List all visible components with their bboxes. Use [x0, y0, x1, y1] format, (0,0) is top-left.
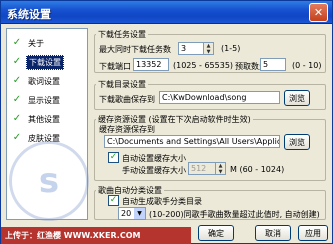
- check-icon: ✓: [12, 37, 22, 48]
- catalog-count-desc: (10-200)同歌手歌曲数量超过此值时, 自动创建): [149, 210, 320, 219]
- sidebar-item-label: 下载设置: [26, 54, 64, 70]
- download-task-title: 下载任务设置: [96, 29, 148, 40]
- sidebar-item-about[interactable]: ✓ 关于: [10, 34, 86, 52]
- max-tasks-input[interactable]: 3: [178, 42, 204, 55]
- check-icon: ✓: [12, 75, 22, 86]
- sidebar-item-lyrics[interactable]: ✓ 歌词设置: [10, 72, 86, 90]
- chevron-down-icon[interactable]: ▼: [134, 208, 145, 219]
- max-tasks-label: 最大同时下载任务数: [99, 45, 171, 54]
- sidebar-item-display[interactable]: ✓ 显示设置: [10, 91, 86, 109]
- port-range: (1025 - 65535): [173, 61, 234, 70]
- auto-catalog-label: 自动生成歌手分类目录: [122, 197, 202, 206]
- checkmark-icon: ✓: [109, 195, 118, 205]
- spin-down-icon[interactable]: ▼: [204, 49, 213, 55]
- spin-down-icon[interactable]: ▼: [216, 169, 225, 175]
- sidebar-item-other[interactable]: ✓ 其他设置: [10, 110, 86, 128]
- close-icon: ✕: [313, 6, 324, 19]
- check-icon: ✓: [12, 132, 22, 143]
- manual-cache-range: M (60 - 1024): [230, 165, 285, 174]
- download-browse-button[interactable]: 浏览: [284, 90, 310, 106]
- sidebar-item-label: 歌词设置: [28, 76, 60, 86]
- title-bar[interactable]: 系统设置 ✕: [1, 1, 332, 24]
- max-tasks-range: (1-5): [221, 44, 241, 53]
- auto-catalog-checkbox[interactable]: ✓: [108, 195, 119, 206]
- port-label: 下载端口: [99, 62, 131, 71]
- window-title: 系统设置: [7, 8, 51, 21]
- close-button[interactable]: ✕: [309, 3, 328, 22]
- settings-window: 系统设置 ✕ ✓ 关于 ✓ 下载设置 ✓ 歌词设置 ✓ 显示设置 ✓ 其他设置 …: [0, 0, 333, 244]
- port-input[interactable]: 13352: [133, 58, 169, 71]
- catalog-count-value: 20: [121, 209, 132, 218]
- sidebar-item-label: 显示设置: [28, 95, 60, 105]
- manual-cache-label: 手动设置缓存大小: [122, 166, 186, 175]
- check-icon: ✓: [12, 113, 22, 124]
- cache-save-label: 缓存资源保存到: [99, 125, 155, 134]
- upload-banner: 上传于：红渔樱 WWW.XKER.COM: [1, 227, 191, 244]
- max-tasks-stepper[interactable]: ▲ ▼: [204, 42, 214, 55]
- sidebar-item-download[interactable]: ✓ 下载设置: [10, 53, 86, 71]
- watermark-logo: s: [9, 141, 89, 221]
- catalog-count-select[interactable]: 20 ▼: [118, 207, 146, 220]
- manual-cache-stepper[interactable]: ▲ ▼: [216, 162, 226, 175]
- sidebar-item-label: 关于: [28, 38, 44, 48]
- cache-path-input[interactable]: C:\Documents and Settings\All Users\Appl…: [104, 135, 280, 148]
- cache-browse-button[interactable]: 浏览: [284, 134, 310, 150]
- checkmark-icon: ✓: [109, 152, 118, 162]
- ok-button[interactable]: 确定: [198, 225, 234, 241]
- watermark-icon: s: [38, 161, 60, 201]
- check-icon: ✓: [12, 94, 22, 105]
- download-dir-title: 下载目录设置: [96, 79, 148, 90]
- download-path-input[interactable]: C:\KwDownload\song: [159, 91, 280, 104]
- prefetch-input[interactable]: 5: [260, 58, 286, 71]
- download-save-label: 下载歌曲保存到: [99, 95, 155, 104]
- prefetch-range: (0 - 10): [292, 61, 322, 70]
- apply-button[interactable]: 应用: [298, 225, 328, 241]
- sidebar-item-label: 其他设置: [28, 114, 60, 124]
- cancel-button[interactable]: 取消: [255, 225, 291, 241]
- auto-cache-checkbox[interactable]: ✓: [108, 152, 119, 163]
- auto-cache-label: 自动设置缓存大小: [122, 154, 186, 163]
- auto-catalog-title: 歌曲自动分类设置: [96, 185, 164, 196]
- manual-cache-input[interactable]: 512: [188, 162, 216, 175]
- check-icon: ✓: [12, 56, 22, 67]
